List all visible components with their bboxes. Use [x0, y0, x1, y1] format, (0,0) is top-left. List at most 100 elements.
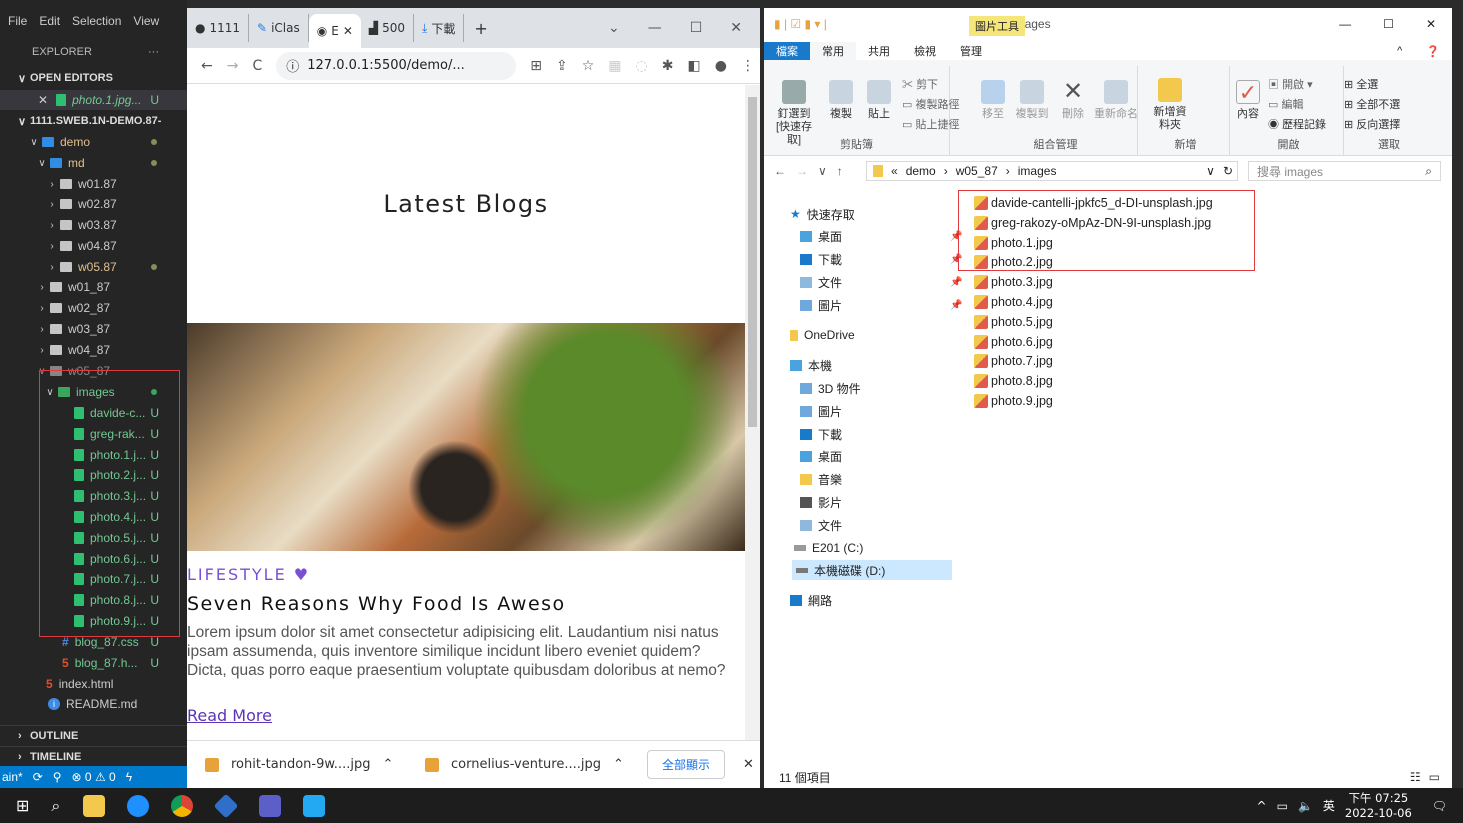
cut-button[interactable]: ✂ 剪下 [902, 76, 938, 92]
chevron-down-icon[interactable]: ∨ [1206, 164, 1215, 178]
chevron-up-icon[interactable]: ⌃ [382, 757, 393, 772]
copy-button[interactable]: 複製 [826, 80, 856, 121]
address-bar[interactable]: ⓘ 127.0.0.1:5500/demo/... [276, 51, 517, 80]
start-button[interactable]: ⊞ [16, 796, 29, 815]
file-item[interactable]: photo.5.jpg [974, 312, 1053, 332]
tab-share[interactable]: 共用 [856, 42, 902, 60]
path-images[interactable]: images [1018, 164, 1057, 178]
menu-view[interactable]: View [133, 14, 159, 28]
edge-icon[interactable] [127, 794, 150, 817]
paste-button[interactable]: 貼上 [864, 80, 894, 121]
nav-downloads-pc[interactable]: 下載 [800, 424, 842, 444]
clock[interactable]: 下午 07:25 2022-10-06 [1345, 791, 1412, 821]
timeline-section[interactable]: › TIMELINE [0, 746, 187, 766]
ribbon-collapse-icon[interactable]: ^ [1385, 42, 1414, 60]
tree-file-image[interactable]: photo.1.j... U [0, 445, 187, 465]
tree-folder-demo[interactable]: ∨ demo [0, 132, 187, 152]
quick-access-toolbar[interactable]: ▮ | ☑ ▮ ▾ | [764, 17, 827, 31]
tree-file-image[interactable]: photo.3.j... U [0, 486, 187, 506]
back-icon[interactable]: ← [774, 164, 786, 178]
move-to-button[interactable]: 移至 [976, 80, 1010, 121]
teams-icon[interactable] [259, 794, 282, 817]
tab-active[interactable]: ◉ E ✕ [308, 14, 361, 48]
tab-view[interactable]: 檢視 [902, 42, 948, 60]
info-icon[interactable]: ⓘ [286, 56, 299, 75]
file-item[interactable]: photo.3.jpg [974, 272, 1053, 292]
open-editors-section[interactable]: ∨ OPEN EDITORS [0, 68, 187, 88]
details-view-icon[interactable]: ☷ [1410, 770, 1421, 784]
tree-folder-w04-87-dot[interactable]: › w04.87 [0, 236, 187, 256]
bookmark-star-icon[interactable]: ☆ [582, 58, 595, 74]
outline-section[interactable]: › OUTLINE [0, 725, 187, 745]
tree-file-readme[interactable]: i README.md [0, 694, 187, 714]
open-button[interactable]: ▣ 開啟 ▾ [1268, 76, 1313, 92]
file-item[interactable]: photo.4.jpg [974, 292, 1053, 312]
new-folder-button[interactable]: 新增資料夾 [1152, 78, 1188, 132]
nav-drive-c[interactable]: E201 (C:) [794, 538, 863, 558]
chevron-up-icon[interactable]: ⌃ [613, 757, 624, 772]
menu-selection[interactable]: Selection [72, 14, 121, 28]
copy-path-button[interactable]: ▭ 複製路徑 [902, 96, 959, 112]
download-item[interactable]: cornelius-venture....jpg ⌃ [407, 757, 627, 772]
delete-button[interactable]: ✕ 刪除 [1056, 80, 1090, 121]
nav-this-pc[interactable]: 本機 [790, 355, 832, 375]
history-button[interactable]: ◉ 歷程記錄 [1268, 116, 1326, 132]
rename-button[interactable]: 重新命名 [1092, 80, 1140, 121]
up-icon[interactable]: ↑ [837, 164, 843, 178]
git-branch[interactable]: ain* [2, 770, 23, 784]
tree-file-image[interactable]: photo.9.j... U [0, 611, 187, 631]
recent-locations-icon[interactable]: ∨ [818, 164, 827, 178]
sync-icon[interactable]: ⟳ [33, 770, 43, 784]
nav-documents[interactable]: 文件 📌 [800, 272, 962, 292]
chevron-up-icon[interactable]: ^ [1257, 799, 1267, 813]
forward-icon[interactable]: → [796, 164, 808, 178]
reload-icon[interactable]: C [252, 58, 262, 74]
file-explorer-icon[interactable] [83, 794, 106, 817]
extension-icon[interactable]: ▦ [608, 58, 621, 74]
tab-manage[interactable]: 管理 [948, 42, 994, 60]
problems-count[interactable]: ⊗ 0 ⚠ 0 [72, 770, 116, 784]
new-tab-button[interactable]: + [464, 19, 497, 38]
search-icon[interactable]: ⌕ [51, 796, 60, 816]
nav-documents-pc[interactable]: 文件 [800, 515, 842, 535]
file-item[interactable]: photo.8.jpg [974, 371, 1053, 391]
tree-folder-w02-87-dot[interactable]: › w02.87 [0, 194, 187, 214]
menu-edit[interactable]: Edit [39, 14, 60, 28]
workspace-section[interactable]: ∨ 1111.SWEB.1N-DEMO.87- [0, 111, 187, 131]
invert-selection-button[interactable]: ⊞ 反向選擇 [1344, 116, 1400, 132]
tab-500[interactable]: ▟ 500 [361, 14, 415, 42]
minimize-icon[interactable]: — [1339, 17, 1351, 31]
tree-file-index-html[interactable]: 5 index.html [0, 674, 187, 694]
tree-folder-md[interactable]: ∨ md [0, 153, 187, 173]
ime-indicator[interactable]: 英 [1323, 797, 1335, 814]
bell-icon[interactable]: ϟ [126, 770, 132, 784]
search-box[interactable]: 搜尋 images ⌕ [1248, 161, 1441, 181]
maximize-icon[interactable]: ☐ [1383, 17, 1394, 31]
vscode-icon[interactable] [303, 794, 326, 817]
close-icon[interactable]: ✕ [38, 93, 48, 107]
large-icons-view-icon[interactable]: ▭ [1429, 770, 1440, 784]
tab-home[interactable]: 常用 [810, 42, 856, 60]
menu-kebab-icon[interactable]: ⋮ [741, 58, 755, 74]
tree-file-image[interactable]: photo.4.j... U [0, 507, 187, 527]
share-icon[interactable]: ⇪ [556, 58, 568, 74]
translate-icon[interactable]: ⊞ [530, 58, 542, 74]
close-icon[interactable]: ✕ [730, 20, 742, 36]
tree-file-image[interactable]: photo.7.j... U [0, 569, 187, 589]
nav-drive-d[interactable]: 本機磁碟 (D:) [792, 560, 952, 580]
tree-file-image[interactable]: photo.2.j... U [0, 465, 187, 485]
tree-file-image[interactable]: photo.5.j... U [0, 528, 187, 548]
more-actions-icon[interactable]: ··· [148, 46, 159, 58]
extension2-icon[interactable]: ◌ [636, 58, 648, 74]
tree-file-blog-html[interactable]: 5 blog_87.h... U [0, 653, 187, 673]
refresh-icon[interactable]: ↻ [1223, 164, 1233, 178]
tree-folder-w04-87[interactable]: › w04_87 [0, 340, 187, 360]
tab-search-icon[interactable]: ⌄ [608, 20, 620, 36]
sidepanel-icon[interactable]: ◧ [687, 58, 700, 74]
tree-folder-w02-87[interactable]: › w02_87 [0, 298, 187, 318]
tree-file-image[interactable]: photo.8.j... U [0, 590, 187, 610]
show-all-downloads-button[interactable]: 全部顯示 [647, 750, 726, 779]
nav-onedrive[interactable]: OneDrive [790, 325, 855, 345]
path-demo[interactable]: demo [906, 164, 936, 178]
file-item[interactable]: photo.7.jpg [974, 351, 1053, 371]
